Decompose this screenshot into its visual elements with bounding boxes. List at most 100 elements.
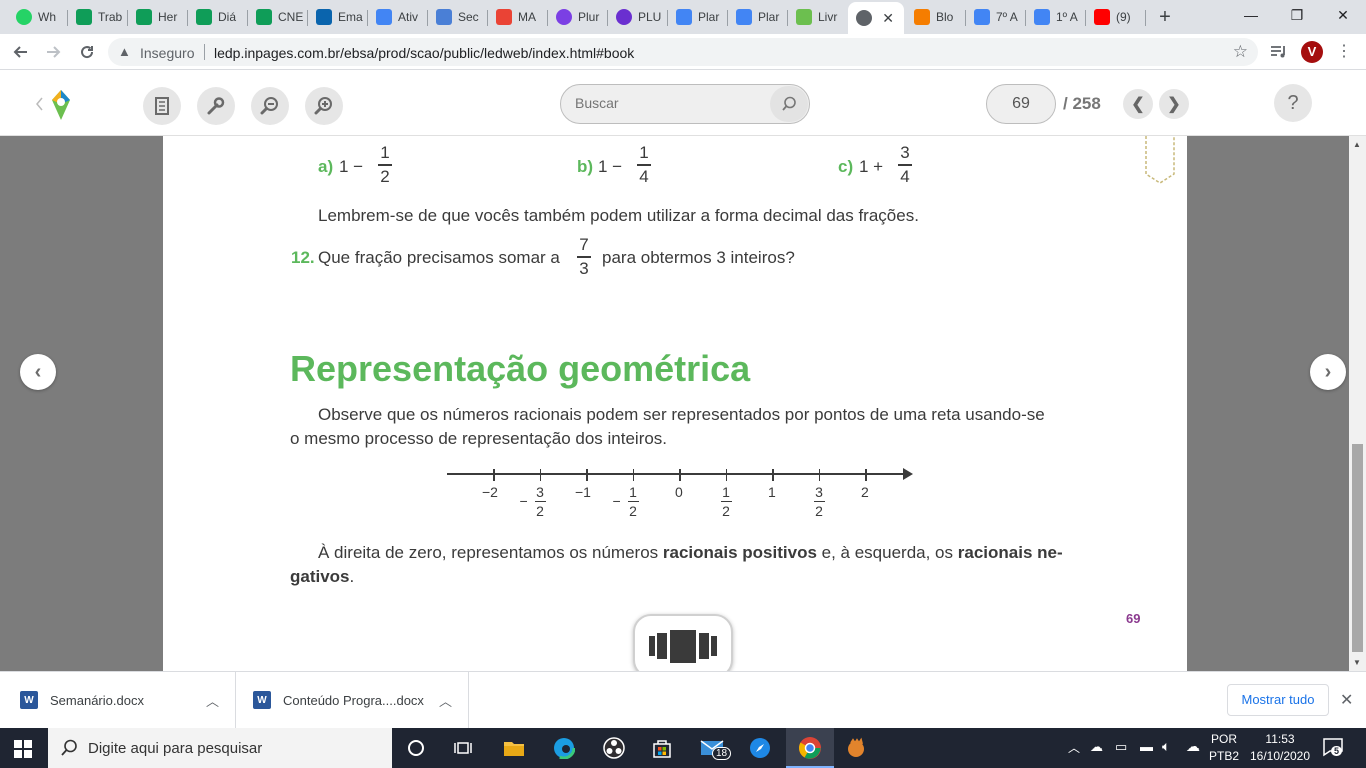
safari-icon[interactable] [746,734,774,762]
chevron-up-icon[interactable]: ︿ [206,691,219,710]
task-view-icon[interactable] [450,734,478,762]
prev-page-button[interactable]: ❮ [1123,89,1153,119]
number-line-arrow-icon [903,468,913,480]
option-letter: c) [838,157,854,176]
new-tab-button[interactable]: + [1155,6,1175,28]
reader-header: 69 / 258 ❮ ❯ ? [0,70,1366,136]
tab-label: Diá [218,10,237,24]
maximize-button[interactable]: ❐ [1274,0,1320,30]
browser-tab[interactable]: Livr [788,4,846,30]
fraction-numerator: 3 [536,484,544,500]
show-all-button[interactable]: Mostrar tudo [1227,684,1329,716]
word-doc-icon: W [20,691,38,709]
mail-icon[interactable]: 18 [698,734,732,762]
game-icon[interactable] [842,734,870,762]
network-warning-icon[interactable]: ☁ [1090,739,1103,755]
browser-tab[interactable]: Plar [668,4,726,30]
media-control-icon[interactable] [1270,44,1288,60]
tab-label: PLU [638,10,662,24]
browser-tab[interactable]: Plar [728,4,786,30]
browser-tab[interactable]: 7º A [966,4,1024,30]
clock[interactable]: 11:53 16/10/2020 [1245,732,1315,763]
scroll-up-icon[interactable]: ▲ [1353,140,1361,149]
closing-text-b: e, à esquerda, os [821,543,954,562]
cortana-icon[interactable] [402,734,430,762]
tools-button[interactable] [197,87,235,125]
browser-tab[interactable]: 1º A [1026,4,1084,30]
tab-close-icon[interactable]: ✕ [882,10,894,27]
window-close-button[interactable]: ✕ [1320,0,1366,30]
security-label[interactable]: Inseguro [140,45,194,61]
battery-icon[interactable]: ▬ [1140,739,1153,754]
store-icon[interactable] [648,734,676,762]
forward-button[interactable] [40,39,66,65]
profile-avatar[interactable]: V [1301,41,1323,63]
language-indicator[interactable]: POR PTB2 [1206,732,1242,763]
bookmark-star-icon[interactable]: ☆ [1233,42,1248,62]
browser-tab[interactable]: Ativ [368,4,426,30]
search-icon [782,96,796,111]
vertical-scrollbar[interactable]: ▲ ▼ [1349,136,1366,671]
menu-kebab-icon[interactable]: ⋮ [1336,42,1352,62]
browser-tab[interactable]: Diá [188,4,246,30]
browser-tab[interactable]: MA [488,4,546,30]
zoom-in-button[interactable] [305,87,343,125]
viewer-next-button[interactable]: › [1310,354,1346,390]
search-button[interactable] [770,86,808,122]
browser-tab[interactable]: Trab [68,4,126,30]
number-line-tick [493,469,495,481]
browser-tab[interactable]: Plur [548,4,606,30]
bookmark-ribbon-icon[interactable] [1145,136,1175,184]
app-logo[interactable] [34,88,74,122]
reload-icon [81,46,94,59]
scroll-down-icon[interactable]: ▼ [1353,658,1361,667]
notifications-button[interactable]: 5 [1322,737,1346,759]
tray-chevron-up-icon[interactable]: ︿ [1068,739,1080,756]
obs-icon[interactable] [600,734,628,762]
page-navigator-button[interactable] [633,614,733,671]
browser-tab[interactable]: Blo [906,4,964,30]
minimize-button[interactable]: — [1228,0,1274,30]
scrollbar-thumb[interactable] [1352,444,1363,652]
close-downloads-icon[interactable]: ✕ [1340,690,1353,710]
fraction-denominator: 4 [900,166,910,186]
display-icon[interactable]: ▭ [1115,739,1127,755]
chevron-up-icon[interactable]: ︿ [439,691,452,710]
page-number-input[interactable]: 69 [986,84,1056,124]
tab-label: Plar [698,10,720,24]
omnibox[interactable]: ▲ Inseguro ledp.inpages.com.br/ebsa/prod… [108,38,1258,66]
start-button[interactable] [14,740,32,758]
chrome-taskbar-button[interactable] [786,728,834,768]
number-line-tick [772,469,774,481]
next-page-button[interactable]: ❯ [1159,89,1189,119]
url-text[interactable]: ledp.inpages.com.br/ebsa/prod/scao/publi… [214,45,634,61]
file-explorer-icon[interactable] [500,734,528,762]
arrow-left-icon [13,46,27,58]
number-line-fraction: 12 [720,485,732,518]
reload-button[interactable] [74,39,100,65]
browser-tab[interactable]: PLU [608,4,666,30]
zoom-out-button[interactable] [251,87,289,125]
windows-taskbar: Digite aqui para pesquisar 18 ︿ ☁ ▭ ▬ 🔈︎… [0,728,1366,768]
browser-tab[interactable]: Her [128,4,186,30]
number-line-tick [679,469,681,481]
browser-tab[interactable]: (9) [1086,4,1144,30]
sec-icon [436,9,452,25]
browser-tab[interactable]: CNE [248,4,306,30]
viewer-prev-button[interactable]: ‹ [20,354,56,390]
table-of-contents-button[interactable] [143,87,181,125]
taskbar-search[interactable]: Digite aqui para pesquisar [48,728,392,768]
onedrive-icon[interactable]: ☁ [1186,738,1200,755]
edge-icon[interactable] [550,734,578,762]
download-item[interactable]: W Conteúdo Progra....docx ︿ [253,672,469,728]
browser-tab[interactable]: ✕ [848,2,904,34]
search-input[interactable] [575,95,765,111]
back-button[interactable] [8,39,34,65]
browser-tab[interactable]: Sec [428,4,486,30]
help-button[interactable]: ? [1274,84,1312,122]
question-text-after: para obtermos 3 inteiros? [602,248,795,267]
download-item[interactable]: W Semanário.docx ︿ [20,672,236,728]
browser-tab[interactable]: Ema [308,4,366,30]
volume-icon[interactable]: 🔈︎ [1162,738,1170,755]
browser-tab[interactable]: Wh [8,4,66,30]
